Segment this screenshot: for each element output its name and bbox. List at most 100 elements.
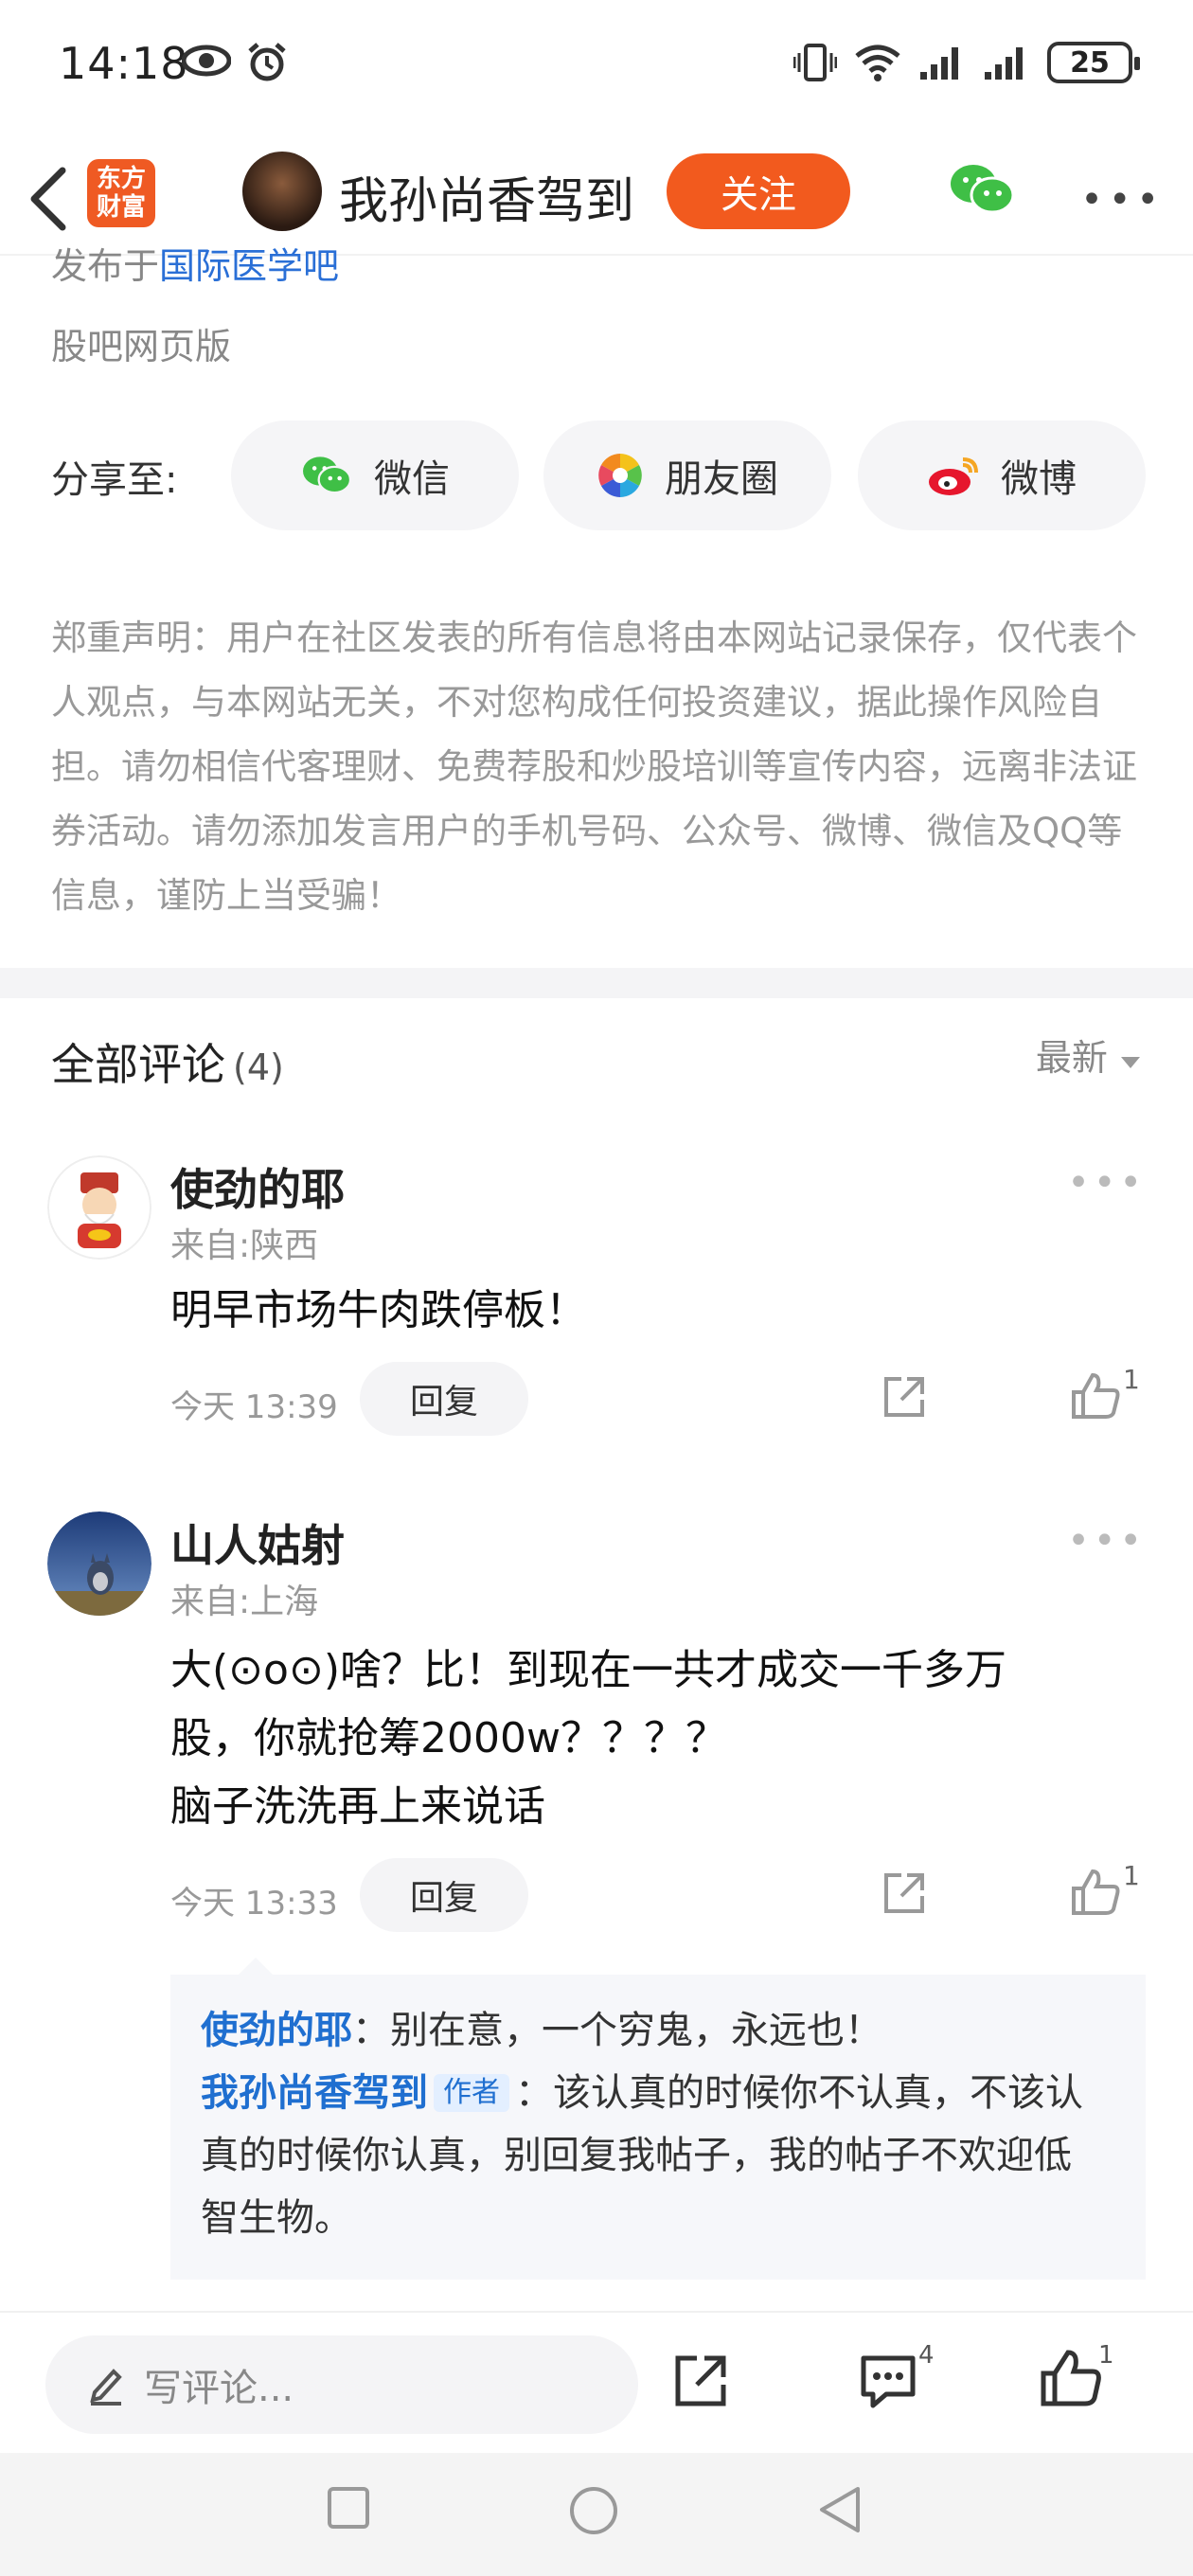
reply-user[interactable]: 使劲的耶 [201,2009,352,2052]
comment-time: 今天 13:33 [170,1885,338,1923]
signal-icon-2 [985,47,1023,80]
follow-button[interactable]: 关注 [667,153,850,229]
reply-user[interactable]: 我孙尚香驾到 [201,2071,428,2115]
comment-like-count: 1 [1123,1364,1140,1395]
source-prefix: 发布于 [51,245,160,287]
comments-count: (4) [233,1046,284,1088]
replies-box: 使劲的耶：别在意，一个穷鬼，永远也！ 我孙尚香驾到 作者 ：该认真的时候你不认真，不… [170,1958,1146,2280]
wechat-icon [303,456,352,494]
commenter-location: 来自:上海 [170,1583,319,1621]
triangle-back-icon [820,2487,860,2532]
comment-like-button[interactable] [1070,1371,1121,1424]
status-left-icons [182,42,288,83]
bottom-comment-button[interactable] [858,2351,918,2415]
post-source: 发布于国际医学吧 [51,237,339,289]
bottom-comment-count: 4 [918,2341,935,2370]
caishen-avatar-icon [47,1155,151,1260]
commenter-location: 来自:陕西 [170,1226,319,1265]
comment-body: 大(⊙o⊙)啥？比！到现在一共才成交一千多万 股，你就抢筹2000w？？？？ 脑… [170,1637,1117,1841]
status-bar: 14:18 25 [0,0,1193,133]
share-weibo-button[interactable]: 微博 [858,420,1146,530]
wechat-share-button[interactable] [947,161,1017,222]
thumbs-up-icon [1041,2350,1101,2406]
author-avatar[interactable] [242,152,322,231]
comment-more-icon[interactable]: ••• [1067,1519,1146,1563]
share-external-icon [884,1377,924,1417]
reply-button[interactable]: 回复 [360,1858,528,1932]
moments-icon [598,454,642,497]
square-icon [328,2487,369,2529]
commenter-name[interactable]: 山人姑射 [170,1512,345,1574]
commenter-avatar[interactable] [47,1512,151,1616]
more-icon[interactable]: ••• [1080,178,1165,222]
bottom-action-bar: 写评论... 4 1 [0,2311,1193,2453]
reply-text-line: 真的时候你认真，别回复我帖子，我的帖子不欢迎低 [201,2134,1072,2177]
back-nav-button[interactable] [816,2485,864,2538]
thumbs-up-icon [1072,1869,1120,1915]
caret-down-icon [1121,1057,1140,1068]
reply-button[interactable]: 回复 [360,1362,528,1436]
comment-share-button[interactable] [881,1373,928,1424]
system-navigation-bar [0,2453,1193,2576]
signal-icon [920,47,958,80]
share-weibo-label: 微博 [1001,457,1077,501]
pencil-icon [90,2369,122,2406]
author-name[interactable]: 我孙尚香驾到 [339,161,634,232]
comment-body-line: 脑子洗洗再上来说话 [170,1782,545,1831]
thumbs-up-icon [1072,1372,1120,1419]
circle-icon [570,2487,617,2534]
bottom-like-count: 1 [1098,2341,1114,2370]
reply-text: ：别在意，一个穷鬼，永远也！ [352,2009,882,2052]
author-badge: 作者 [434,2074,509,2112]
back-button[interactable] [21,159,87,235]
write-comment-placeholder: 写评论... [144,2367,294,2410]
comment-body-line: 大(⊙o⊙)啥？比！到现在一共才成交一千多万 [170,1646,1006,1694]
share-external-icon [675,2355,726,2406]
comment-share-button[interactable] [881,1869,928,1921]
comment-body-line: 股，你就抢筹2000w？？？？ [170,1714,727,1762]
vibrate-icon [793,44,837,81]
brand-logo[interactable]: 东方 财富 [87,159,155,227]
reply-text: ：该认真的时候你不认真，不该认 [515,2071,1083,2115]
bottom-like-button[interactable] [1040,2347,1102,2413]
weibo-icon [929,457,978,495]
bottom-share-button[interactable] [670,2351,731,2415]
chevron-left-icon [30,167,66,231]
battery-indicator: 25 [1047,42,1140,83]
wechat-icon [951,165,1015,214]
comment-time: 今天 13:39 [170,1388,338,1426]
source-forum-link[interactable]: 国际医学吧 [159,245,339,287]
reply-item[interactable]: 使劲的耶：别在意，一个穷鬼，永远也！ [201,1999,1115,2062]
sort-label: 最新 [1035,1037,1108,1079]
recent-apps-button[interactable] [326,2485,371,2534]
wifi-icon [855,45,900,81]
disclaimer-text: 郑重声明：用户在社区发表的所有信息将由本网站记录保存，仅代表个人观点，与本网站无… [51,617,1137,916]
status-right-icons: 25 [793,42,1140,83]
brand-logo-line1: 东方 [96,165,146,193]
sort-dropdown[interactable]: 最新 [1036,1029,1142,1081]
write-comment-input[interactable]: 写评论... [45,2335,638,2434]
share-label: 分享至: [51,458,178,502]
share-external-icon [884,1873,924,1913]
comment-more-icon[interactable]: ••• [1067,1161,1146,1205]
web-version-label: 股吧网页版 [51,326,232,367]
share-wechat-label: 微信 [374,457,450,501]
commenter-name[interactable]: 使劲的耶 [170,1155,345,1218]
brand-logo-line2: 财富 [96,193,146,222]
share-moments-label: 朋友圈 [665,457,778,501]
share-moments-button[interactable]: 朋友圈 [543,420,831,530]
comments-title: 全部评论 (4) [51,1030,284,1093]
comment-like-button[interactable] [1070,1868,1121,1921]
eye-icon [182,45,231,77]
alarm-icon [248,43,286,81]
reply-item[interactable]: 我孙尚香驾到 作者 ：该认真的时候你不认真，不该认 [201,2062,1115,2124]
share-wechat-button[interactable]: 微信 [231,420,519,530]
comment-body: 明早市场牛肉跌停板！ [170,1286,587,1334]
section-divider [0,968,1193,998]
reply-text-line: 智生物。 [201,2196,352,2240]
commenter-avatar[interactable] [47,1155,151,1260]
comment-like-count: 1 [1123,1860,1140,1891]
home-button[interactable] [568,2485,619,2540]
status-time: 14:18 [59,38,189,89]
comment-bubble-icon [861,2355,916,2408]
